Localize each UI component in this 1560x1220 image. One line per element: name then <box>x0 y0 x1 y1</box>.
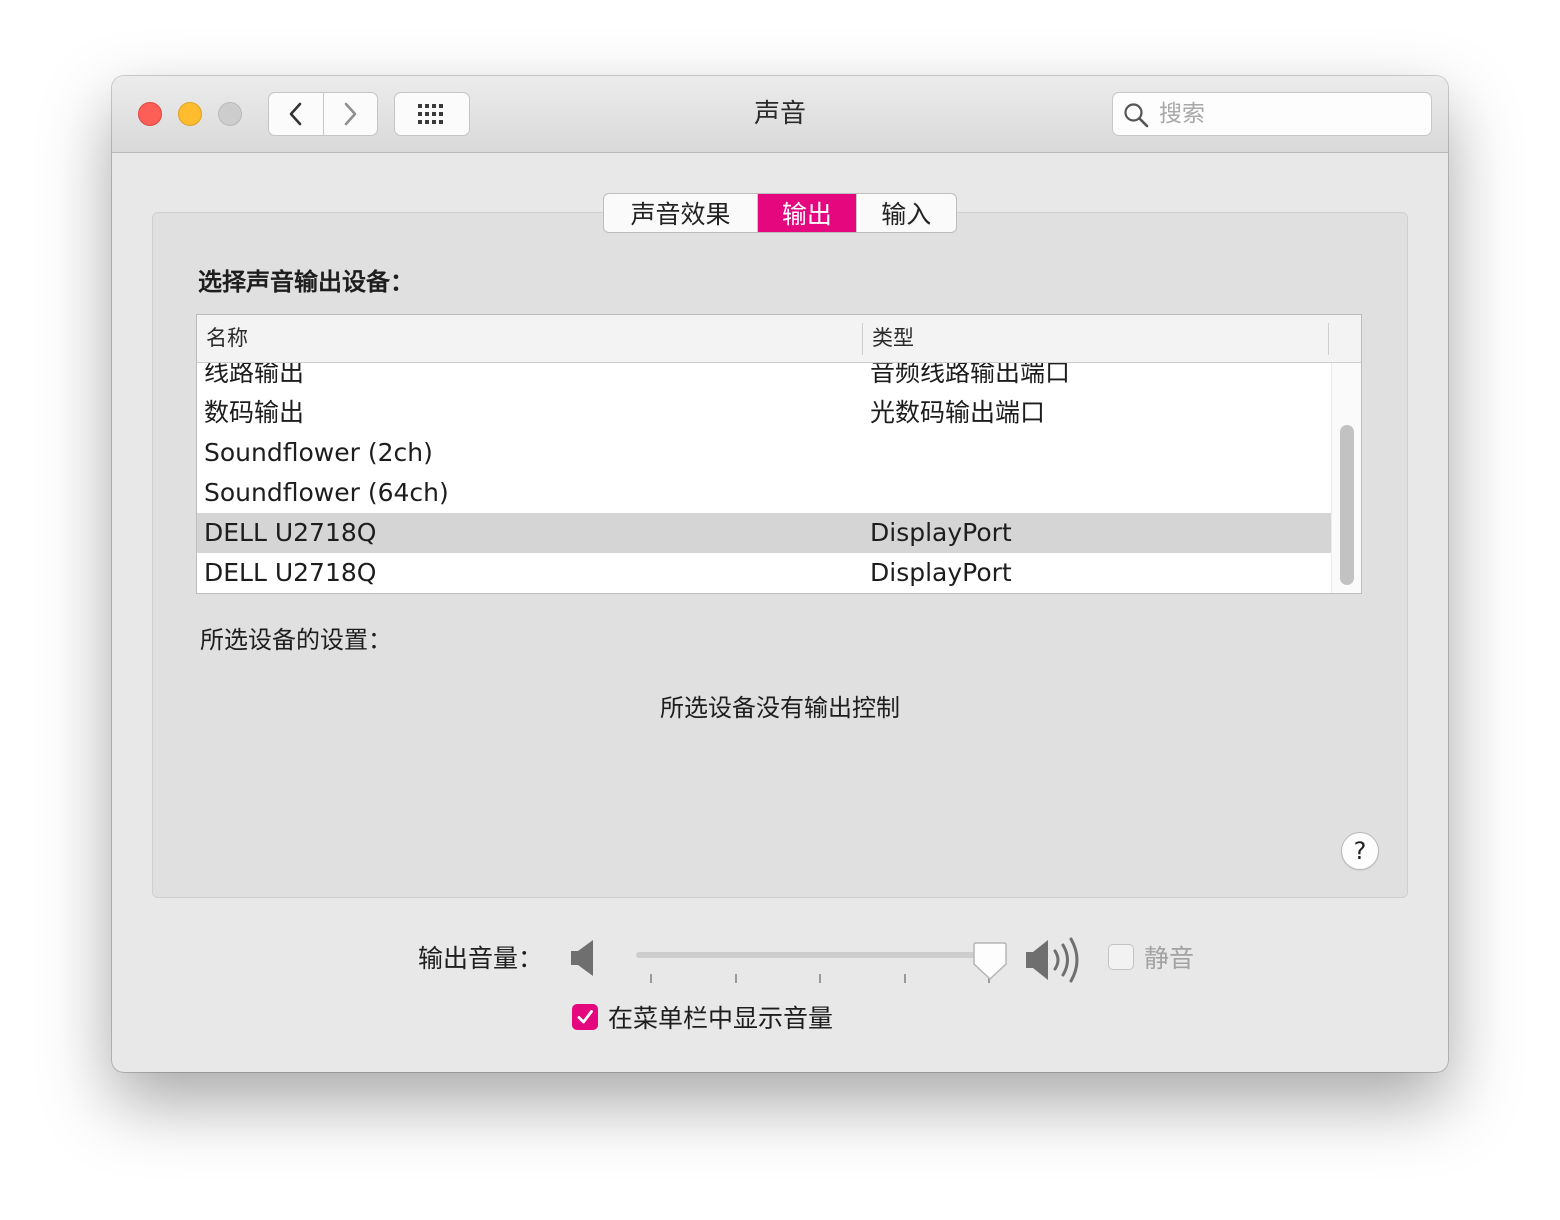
slider-tick <box>904 974 906 983</box>
search-placeholder: 搜索 <box>1159 101 1205 127</box>
chevron-right-icon <box>344 102 357 126</box>
no-output-control-message: 所选设备没有输出控制 <box>660 694 900 722</box>
speaker-low-icon <box>571 940 593 976</box>
help-button[interactable]: ? <box>1341 832 1379 870</box>
device-type: DisplayPort <box>870 558 1012 587</box>
table-row[interactable]: Soundflower (64ch) <box>197 473 1331 513</box>
mute-checkbox[interactable] <box>1108 944 1134 970</box>
settings-label: 所选设备的设置： <box>200 626 392 654</box>
window-title: 声音 <box>753 99 806 129</box>
device-section-label: 选择声音输出设备： <box>198 268 414 296</box>
device-name: Soundflower (2ch) <box>204 438 433 467</box>
tab-sound-effects[interactable]: 声音效果 <box>604 194 757 232</box>
forward-button[interactable] <box>322 93 378 135</box>
device-name: DELL U2718Q <box>204 518 377 547</box>
show-volume-in-menubar-label: 在菜单栏中显示音量 <box>608 1004 834 1033</box>
device-name: 线路输出 <box>204 363 305 387</box>
output-volume-label: 输出音量： <box>418 944 544 973</box>
table-body: 线路输出 音频线路输出端口 数码输出 光数码输出端口 Soundflower (… <box>197 363 1331 593</box>
column-divider[interactable] <box>862 323 863 355</box>
volume-slider-track[interactable] <box>636 952 992 958</box>
search-field[interactable]: 搜索 <box>1112 92 1432 136</box>
tab-bar: 声音效果 输出 输入 <box>603 193 957 233</box>
volume-slider-thumb[interactable] <box>972 940 1008 982</box>
column-divider[interactable] <box>1328 323 1329 355</box>
column-header-type[interactable]: 类型 <box>872 323 914 353</box>
slider-tick <box>735 974 737 983</box>
show-all-button[interactable] <box>394 92 470 136</box>
speaker-high-icon <box>1026 937 1079 983</box>
scrollbar-thumb[interactable] <box>1340 425 1354 585</box>
zoom-window-button[interactable] <box>218 102 242 126</box>
back-button[interactable] <box>269 93 323 135</box>
tab-input[interactable]: 输入 <box>855 194 956 232</box>
device-name: DELL U2718Q <box>204 558 377 587</box>
title-bar: 声音 搜索 <box>112 76 1448 153</box>
tab-output[interactable]: 输出 <box>757 194 856 232</box>
table-row-selected[interactable]: DELL U2718Q DisplayPort <box>197 513 1331 553</box>
mute-label: 静音 <box>1144 944 1195 973</box>
grid-icon <box>418 104 443 124</box>
minimize-window-button[interactable] <box>178 102 202 126</box>
table-row[interactable]: 数码输出 光数码输出端口 <box>197 393 1331 433</box>
device-name: 数码输出 <box>204 398 305 427</box>
table-header: 名称 类型 <box>197 315 1361 363</box>
table-row[interactable]: DELL U2718Q DisplayPort <box>197 553 1331 593</box>
search-icon <box>1124 103 1149 128</box>
sound-preferences-window: 声音 搜索 声音效果 输出 输入 选择声音输出设备： 名称 类型 线路输出 音频… <box>112 76 1448 1072</box>
checkmark-icon <box>577 1010 593 1024</box>
close-window-button[interactable] <box>138 102 162 126</box>
table-row[interactable]: 线路输出 音频线路输出端口 <box>197 363 1331 393</box>
table-scrollbar[interactable] <box>1331 363 1361 593</box>
device-type: 光数码输出端口 <box>870 398 1046 427</box>
device-name: Soundflower (64ch) <box>204 478 449 507</box>
device-type: DisplayPort <box>870 518 1012 547</box>
table-row[interactable]: Soundflower (2ch) <box>197 433 1331 473</box>
slider-tick <box>819 974 821 983</box>
device-type: 音频线路输出端口 <box>870 363 1071 387</box>
show-volume-in-menubar-checkbox[interactable] <box>572 1004 598 1030</box>
column-header-name[interactable]: 名称 <box>206 323 248 353</box>
chevron-left-icon <box>289 102 302 126</box>
slider-tick <box>650 974 652 983</box>
navigation-buttons <box>268 92 378 136</box>
output-device-table: 名称 类型 线路输出 音频线路输出端口 数码输出 光数码输出端口 Soundfl… <box>196 314 1362 594</box>
